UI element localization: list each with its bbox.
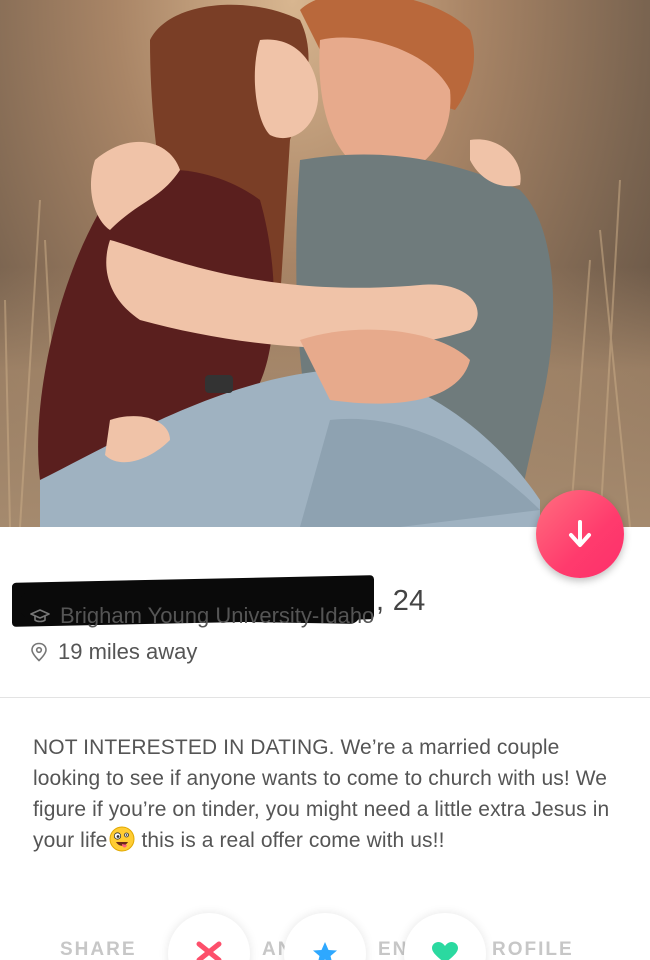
collapse-profile-button[interactable] bbox=[536, 490, 624, 578]
school-line: Brigham Young University-Idaho bbox=[30, 603, 374, 629]
close-icon bbox=[196, 941, 222, 960]
share-label[interactable]: SHARE bbox=[60, 939, 137, 960]
like-button[interactable] bbox=[404, 913, 486, 960]
zany-face-emoji bbox=[109, 826, 135, 852]
heart-icon bbox=[432, 942, 458, 960]
location-pin-icon bbox=[31, 642, 47, 662]
distance-text: 19 miles away bbox=[58, 639, 198, 664]
super-like-button[interactable] bbox=[284, 913, 366, 960]
bio-text: NOT INTERESTED IN DATING. We’re a marrie… bbox=[33, 732, 623, 856]
bio-tail: this is a real offer come with us!! bbox=[141, 829, 445, 852]
profile-age: , 24 bbox=[376, 585, 426, 617]
school-name: Brigham Young University-Idaho bbox=[60, 603, 375, 628]
arrow-down-icon bbox=[569, 520, 591, 547]
section-divider bbox=[0, 697, 650, 698]
profile-label[interactable]: ROFILE bbox=[492, 939, 574, 960]
couple-illustration bbox=[4, 0, 631, 527]
star-icon bbox=[313, 942, 337, 960]
distance-line: 19 miles away bbox=[30, 639, 197, 665]
profile-photo[interactable] bbox=[0, 0, 650, 527]
nope-button[interactable] bbox=[168, 913, 250, 960]
bottom-action-bar: SHARE AN EN ROFILE bbox=[0, 905, 650, 960]
graduation-cap-icon bbox=[30, 609, 50, 623]
